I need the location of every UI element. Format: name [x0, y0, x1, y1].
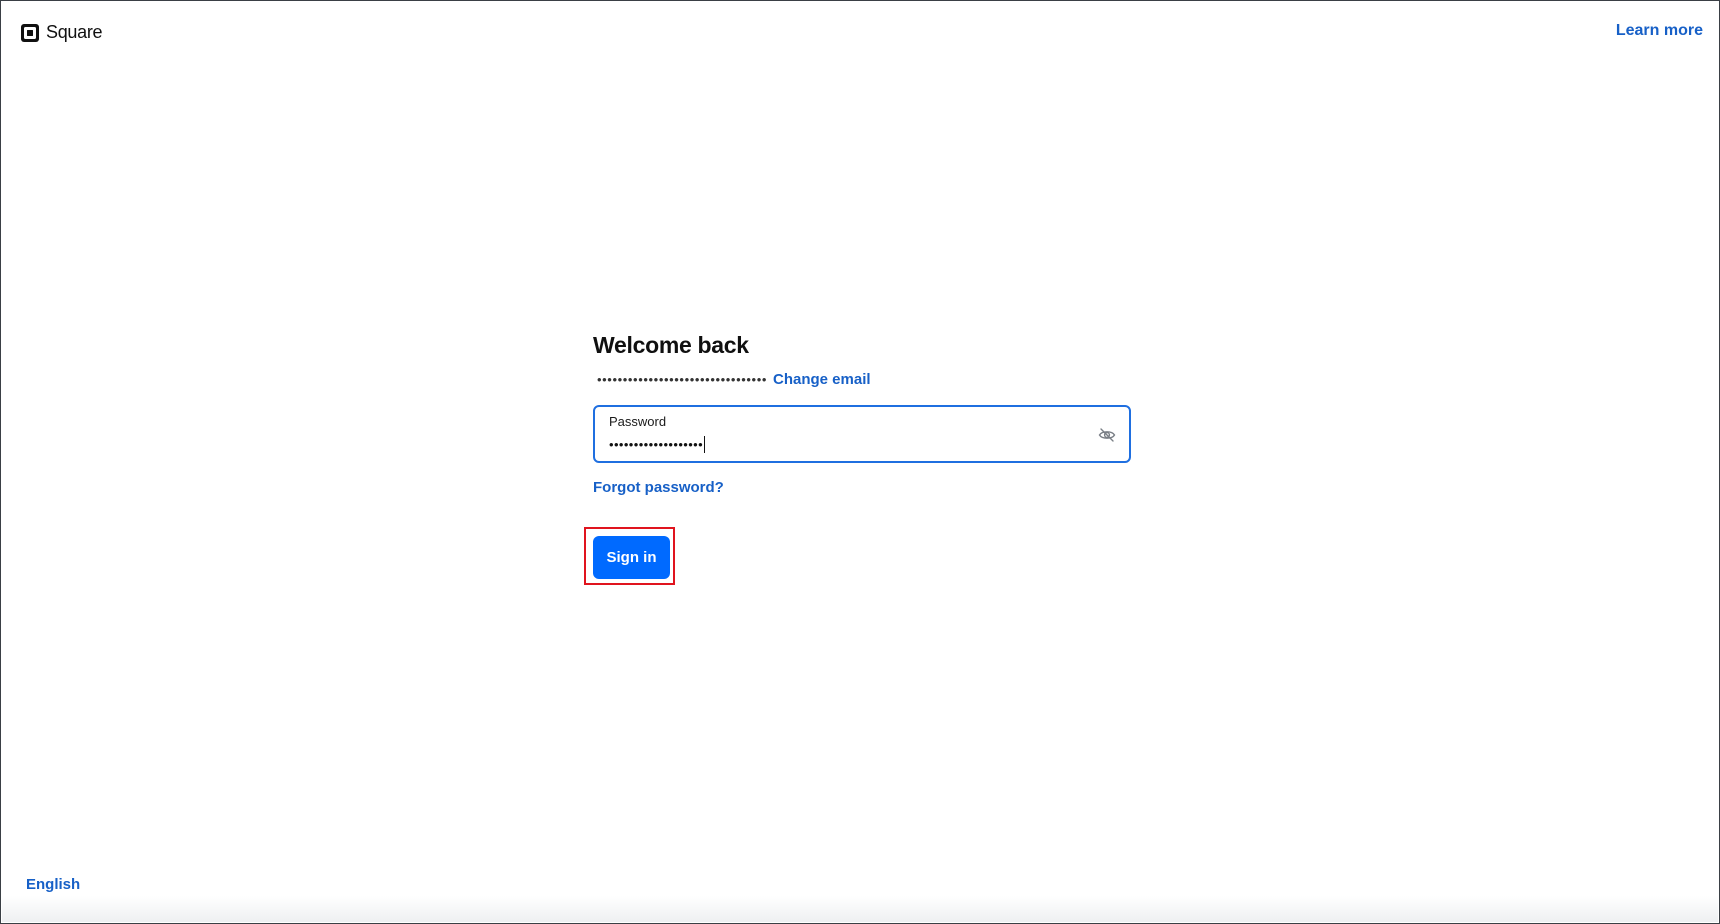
- change-email-link[interactable]: Change email: [773, 371, 871, 388]
- bottom-shade: [2, 896, 1718, 922]
- signin-form: Welcome back •••••••••••••••••••••••••••…: [593, 330, 1131, 497]
- masked-email: •••••••••••••••••••••••••••••••••: [597, 371, 767, 387]
- email-row: ••••••••••••••••••••••••••••••••• Change…: [593, 369, 1131, 389]
- page-title: Welcome back: [593, 332, 749, 358]
- password-input[interactable]: •••••••••••••••••••: [609, 436, 706, 453]
- password-value: •••••••••••••••••••: [609, 437, 704, 452]
- password-label: Password: [609, 414, 667, 429]
- text-caret: [704, 436, 706, 453]
- square-logo-link[interactable]: Square: [20, 22, 103, 43]
- forgot-password-link[interactable]: Forgot password?: [593, 479, 724, 496]
- logo-text: Square: [46, 22, 103, 42]
- eye-off-icon[interactable]: [1097, 425, 1117, 445]
- learn-more-link[interactable]: Learn more: [1616, 22, 1703, 40]
- password-field[interactable]: Password •••••••••••••••••••: [593, 405, 1131, 463]
- square-logo-icon: [21, 23, 39, 42]
- language-selector[interactable]: English: [26, 876, 80, 893]
- sign-in-button[interactable]: Sign in: [593, 536, 670, 579]
